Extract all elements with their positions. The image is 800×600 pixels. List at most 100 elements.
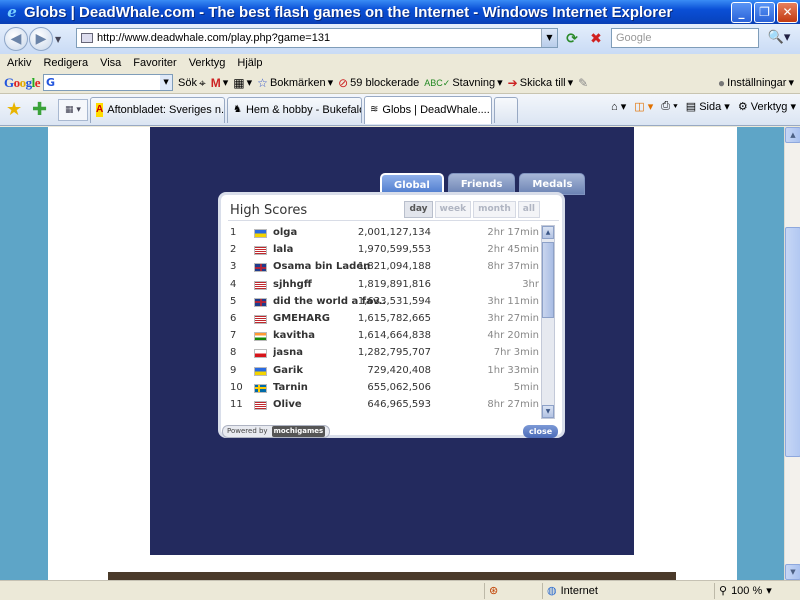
search-input[interactable]: Google bbox=[611, 28, 759, 48]
menu-item-redigera[interactable]: Redigera bbox=[43, 57, 88, 69]
scroll-up-button[interactable]: ▲ bbox=[785, 127, 800, 143]
add-favorite-icon[interactable]: ✚ bbox=[32, 99, 52, 120]
google-search-dropdown-icon[interactable]: ▼ bbox=[160, 75, 173, 90]
table-row[interactable]: 7 kavitha 1,614,664,838 4hr 20min bbox=[221, 328, 539, 345]
list-scroll-down-button[interactable]: ▼ bbox=[542, 405, 554, 418]
table-row[interactable]: 6 GMEHARG 1,615,782,665 3hr 27min bbox=[221, 311, 539, 328]
menu-item-hjalp[interactable]: Hjälp bbox=[237, 57, 262, 69]
menu-item-visa[interactable]: Visa bbox=[100, 57, 121, 69]
search-icon[interactable]: 🔍▾ bbox=[762, 28, 796, 48]
quick-tabs-button[interactable]: ▦ ▾ bbox=[58, 98, 88, 121]
highscore-scrollbar[interactable]: ▲ ▼ bbox=[541, 225, 555, 419]
filter-day[interactable]: day bbox=[404, 201, 433, 218]
scroll-thumb[interactable] bbox=[785, 227, 800, 457]
period-filters: day week month all bbox=[404, 201, 540, 218]
table-row[interactable]: 5 did the world a fav... 1,633,531,594 3hr … bbox=[221, 294, 539, 311]
country-flag-icon bbox=[254, 280, 267, 290]
wrench-icon: ● bbox=[717, 75, 726, 90]
gmail-button[interactable]: M ▾ bbox=[210, 75, 229, 90]
rank-cell: 10 bbox=[230, 381, 243, 393]
pencil-button[interactable]: ✎ bbox=[578, 77, 588, 89]
bookmarks-button[interactable]: ☆ Bokmärken ▾ bbox=[257, 75, 333, 90]
score-cell: 1,821,094,188 bbox=[357, 261, 431, 273]
send-to-button[interactable]: ➔ Skicka till ▾ bbox=[508, 76, 573, 90]
print-icon[interactable]: ⎙ ▾ bbox=[661, 100, 677, 113]
close-window-button[interactable]: ✕ bbox=[777, 2, 798, 23]
zoom-control[interactable]: ⚲ 100 % ▾ bbox=[714, 583, 800, 599]
title-bar: e Globs | DeadWhale.com - The best flash… bbox=[0, 0, 800, 24]
address-row: ◀ ▶ ▼ http://www.deadwhale.com/play.php?… bbox=[0, 24, 800, 54]
powered-by-badge[interactable]: Powered by mochigames bbox=[222, 425, 331, 438]
tab-aftonbladet[interactable]: A Aftonbladet: Sveriges n... bbox=[90, 96, 225, 123]
country-flag-icon bbox=[254, 332, 267, 342]
stop-icon[interactable]: ✖ bbox=[586, 29, 606, 49]
blocked-count-label: 59 blockerade bbox=[350, 76, 420, 89]
table-row[interactable]: 8 jasna 1,282,795,707 7hr 3min bbox=[221, 345, 539, 362]
gmail-icon: M bbox=[210, 75, 221, 90]
google-search-label: Sök bbox=[178, 76, 197, 89]
menu-item-favoriter[interactable]: Favoriter bbox=[133, 57, 176, 69]
tab-label: Aftonbladet: Sveriges n... bbox=[107, 104, 225, 116]
table-row[interactable]: 10 Tarnin 655,062,506 5min bbox=[221, 380, 539, 397]
rank-cell: 2 bbox=[230, 244, 237, 256]
highscore-panel: High Scores day week month all 1 olga 2,00… bbox=[218, 192, 565, 438]
minimize-button[interactable]: _ bbox=[731, 2, 752, 23]
zone-label: Internet bbox=[560, 585, 598, 597]
tab-globs[interactable]: ≋ Globs | DeadWhale.... ✕ bbox=[364, 95, 492, 124]
feeds-icon[interactable]: ◫ ▾ bbox=[634, 100, 653, 113]
settings-button[interactable]: ● Inställningar ▾ bbox=[717, 75, 794, 90]
menu-item-arkiv[interactable]: Arkiv bbox=[7, 57, 31, 69]
score-cell: 1,614,664,838 bbox=[357, 330, 431, 342]
page-scrollbar[interactable]: ▲ ▼ bbox=[784, 127, 800, 580]
tab-row: ★ ✚ ▦ ▾ A Aftonbladet: Sveriges n... ♞ H… bbox=[0, 94, 800, 126]
rank-cell: 9 bbox=[230, 364, 237, 376]
close-highscores-button[interactable]: close bbox=[523, 425, 559, 438]
ie-logo-icon: e bbox=[7, 3, 17, 21]
address-dropdown-icon[interactable]: ▼ bbox=[541, 29, 557, 47]
back-button[interactable]: ◀ bbox=[4, 27, 28, 51]
menu-bar: Arkiv Redigera Visa Favoriter Verktyg Hj… bbox=[0, 54, 800, 72]
google-search-input[interactable]: G ▼ bbox=[43, 74, 174, 91]
menu-item-verktyg[interactable]: Verktyg bbox=[189, 57, 226, 69]
refresh-icon[interactable]: ⟳ bbox=[562, 29, 582, 49]
list-scroll-up-button[interactable]: ▲ bbox=[542, 226, 554, 239]
filter-week[interactable]: week bbox=[434, 201, 472, 218]
page-menu-button[interactable]: ▤ Sida ▾ bbox=[686, 100, 730, 113]
history-dropdown-icon[interactable]: ▼ bbox=[55, 35, 65, 44]
list-scroll-thumb[interactable] bbox=[542, 242, 554, 318]
time-cell: 4hr 20min bbox=[487, 330, 539, 342]
score-cell: 2,001,127,134 bbox=[357, 227, 431, 238]
country-flag-icon bbox=[254, 400, 267, 410]
favorites-star-icon[interactable]: ★ bbox=[6, 99, 26, 120]
spelling-button[interactable]: ABC✓ Stavning ▾ bbox=[424, 76, 502, 90]
tools-menu-button[interactable]: ⚙ Verktyg ▾ bbox=[738, 100, 796, 113]
table-row[interactable]: 11 Olive 646,965,593 8hr 27min bbox=[221, 397, 539, 414]
address-bar[interactable]: http://www.deadwhale.com/play.php?game=1… bbox=[76, 28, 558, 48]
table-row[interactable]: 9 Garik 729,420,408 1hr 33min bbox=[221, 363, 539, 380]
window-title: Globs | DeadWhale.com - The best flash g… bbox=[24, 3, 673, 21]
table-row[interactable]: 1 olga 2,001,127,134 2hr 17min bbox=[221, 225, 539, 242]
settings-label: Inställningar bbox=[727, 76, 787, 89]
status-zone-cell[interactable]: ◍ Internet bbox=[542, 583, 712, 599]
zoom-icon: ⚲ bbox=[719, 585, 728, 597]
forward-button[interactable]: ▶ bbox=[29, 27, 53, 51]
score-cell: 1,633,531,594 bbox=[357, 295, 431, 307]
scroll-down-button[interactable]: ▼ bbox=[785, 564, 800, 580]
bookmark-star-icon: ☆ bbox=[257, 75, 268, 90]
maximize-button[interactable]: ❐ bbox=[754, 2, 775, 23]
filter-month[interactable]: month bbox=[473, 201, 516, 218]
table-row[interactable]: 3 Osama bin Laden 1,821,094,188 8hr 37min bbox=[221, 259, 539, 276]
tab-bukefalos[interactable]: ♞ Hem & hobby - Bukefalos bbox=[227, 96, 362, 123]
google-search-button[interactable]: Sök ⌖ bbox=[178, 77, 206, 89]
address-url[interactable]: http://www.deadwhale.com/play.php?game=1… bbox=[97, 32, 330, 44]
filter-all[interactable]: all bbox=[517, 201, 540, 218]
aftonbladet-favicon: A bbox=[96, 103, 104, 117]
popup-blocker-button[interactable]: ⊘ 59 blockerade bbox=[338, 77, 419, 89]
home-icon[interactable]: ⌂ ▾ bbox=[611, 100, 626, 113]
rank-cell: 6 bbox=[230, 312, 237, 324]
table-row[interactable]: 4 sjhhgff 1,819,891,816 3hr bbox=[221, 277, 539, 294]
pagerank-button[interactable]: ▦ ▾ bbox=[233, 76, 252, 90]
new-tab-button[interactable] bbox=[494, 96, 518, 123]
table-row[interactable]: 2 lala 1,970,599,553 2hr 45min bbox=[221, 242, 539, 259]
pencil-icon: ✎ bbox=[578, 75, 589, 90]
